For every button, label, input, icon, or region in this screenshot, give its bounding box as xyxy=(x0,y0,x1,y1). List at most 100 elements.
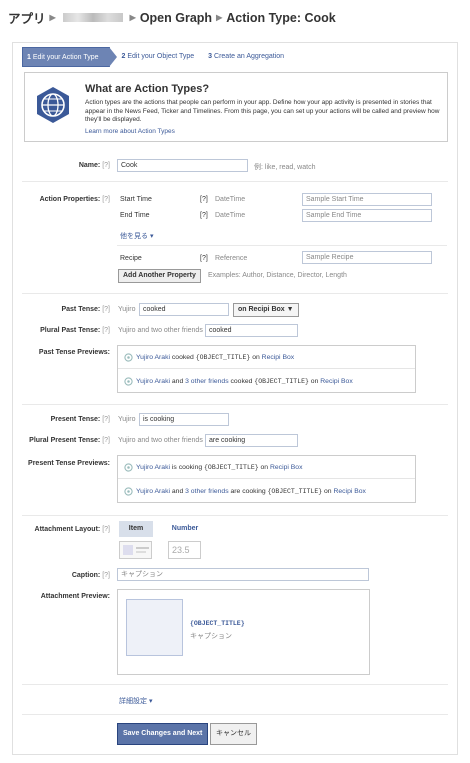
step-edit-action-type[interactable]: 1 Edit your Action Type xyxy=(22,47,116,67)
learn-more-link[interactable]: Learn more about Action Types xyxy=(85,128,175,135)
preview-on: on xyxy=(324,488,332,495)
help-icon[interactable]: [?] xyxy=(200,212,208,219)
preview-verb: cooked xyxy=(171,354,194,361)
step-number: 2 xyxy=(121,53,126,60)
preview-on: on xyxy=(260,464,269,471)
preview-on: on xyxy=(310,378,319,385)
preview-app-link[interactable]: Recipi Box xyxy=(320,378,353,385)
layout-tab-item[interactable]: Item xyxy=(119,521,153,537)
preview-others-link[interactable]: 3 other friends xyxy=(185,488,228,495)
sample-recipe-input[interactable]: Sample Recipe xyxy=(302,251,432,264)
past-tense-label-text: Past Tense: xyxy=(61,306,101,313)
attachment-preview-label: Attachment Preview: xyxy=(40,593,110,600)
chevron-right-icon: ▶ xyxy=(216,13,223,22)
help-icon[interactable]: [?] xyxy=(102,162,110,169)
preview-actor-link[interactable]: Yujiro Araki xyxy=(136,488,170,495)
advanced-settings-text: 詳細設定 xyxy=(119,698,147,705)
preview-others-link[interactable]: 3 other friends xyxy=(185,378,228,385)
property-name: Start Time xyxy=(120,196,152,203)
info-title: What are Action Types? xyxy=(85,83,210,95)
caret-down-icon: ▾ xyxy=(149,233,154,240)
caption-label-text: Caption: xyxy=(71,572,101,579)
preview-row-single: Yujiro Araki cooked {OBJECT_TITLE} on Re… xyxy=(118,346,415,369)
property-examples: Examples: Author, Distance, Director, Le… xyxy=(208,272,347,279)
save-changes-next-button[interactable]: Save Changes and Next xyxy=(117,723,209,745)
step-create-aggregation[interactable]: 3 Create an Aggregation xyxy=(204,47,294,67)
preview-caption: キャプション xyxy=(190,633,232,640)
cancel-button[interactable]: キャンセル xyxy=(210,723,257,745)
preview-app-link[interactable]: Recipi Box xyxy=(333,488,366,495)
preview-verb: are cooking xyxy=(230,488,266,495)
preview-row-plural: Yujiro Araki and 3 other friends cooked … xyxy=(118,370,415,393)
plural-present-tense-input[interactable]: are cooking xyxy=(205,434,298,447)
ticker-story-icon xyxy=(124,377,133,386)
divider xyxy=(22,684,448,685)
property-type: DateTime xyxy=(215,212,246,219)
divider xyxy=(22,181,448,182)
step-number: 3 xyxy=(208,53,213,60)
divider xyxy=(22,714,448,715)
plural-present-subject: Yujiro and two other friends xyxy=(118,437,203,444)
preview-on: on xyxy=(252,354,260,361)
ticker-story-icon xyxy=(124,487,133,496)
property-name: End Time xyxy=(120,212,150,219)
past-tense-previews-label: Past Tense Previews: xyxy=(38,349,110,356)
help-icon[interactable]: [?] xyxy=(102,196,110,203)
name-label: Name: [?] xyxy=(79,162,110,169)
layout-tab-number[interactable]: Number xyxy=(168,521,202,537)
step-edit-object-type[interactable]: 2 Edit your Object Type xyxy=(118,47,205,67)
preview-object: {OBJECT_TITLE} xyxy=(267,488,323,495)
name-hint: 例: like, read, watch xyxy=(254,164,316,171)
present-tense-previews-label: Present Tense Previews: xyxy=(28,460,110,467)
preview-app-link[interactable]: Recipi Box xyxy=(262,354,295,361)
chevron-right-icon: ▶ xyxy=(49,13,56,22)
preview-row-single: Yujiro Araki is cooking {OBJECT_TITLE} o… xyxy=(118,456,415,479)
help-icon[interactable]: [?] xyxy=(102,572,110,579)
preview-actor-link[interactable]: Yujiro Araki xyxy=(136,464,170,471)
item-layout-thumbnail-icon[interactable] xyxy=(119,541,152,559)
preview-actor-link[interactable]: Yujiro Araki xyxy=(136,378,170,385)
name-label-text: Name: xyxy=(78,162,101,169)
help-icon[interactable]: [?] xyxy=(102,416,110,423)
past-tense-label: Past Tense: [?] xyxy=(61,306,110,313)
wizard-steps: 1 Edit your Action Type 2 Edit your Obje… xyxy=(22,47,294,67)
info-box: What are Action Types? Action types are … xyxy=(24,72,448,142)
help-icon[interactable]: [?] xyxy=(102,437,110,444)
past-tense-object-dropdown[interactable]: on Recipi Box ▼ xyxy=(233,303,299,317)
blurred-app-name xyxy=(62,13,123,22)
step-label: Edit your Action Type xyxy=(32,54,99,61)
sample-start-time-input[interactable]: Sample Start Time xyxy=(302,193,432,206)
preview-image-placeholder xyxy=(126,599,183,656)
step-label: Create an Aggregation xyxy=(214,53,285,60)
preview-app-link[interactable]: Recipi Box xyxy=(270,464,303,471)
help-icon[interactable]: [?] xyxy=(102,526,110,533)
help-icon[interactable]: [?] xyxy=(200,255,208,262)
globe-graph-icon xyxy=(37,87,69,123)
breadcrumb-app[interactable]: アプリ xyxy=(8,8,46,27)
step-number: 1 xyxy=(27,54,31,61)
breadcrumb-open-graph[interactable]: Open Graph xyxy=(140,11,212,25)
page-title: Action Type: Cook xyxy=(226,10,336,25)
present-tense-input[interactable]: is cooking xyxy=(139,413,229,426)
help-icon[interactable]: [?] xyxy=(102,327,110,334)
divider xyxy=(22,404,448,405)
name-input[interactable]: Cook xyxy=(117,159,248,172)
present-tense-label: Present Tense: [?] xyxy=(51,416,110,423)
caption-input[interactable]: キャプション xyxy=(117,568,369,581)
sample-end-time-input[interactable]: Sample End Time xyxy=(302,209,432,222)
past-subject: Yujiro xyxy=(118,306,136,313)
preview-and: and xyxy=(171,378,184,385)
past-tense-input[interactable]: cooked xyxy=(139,303,229,316)
see-more-link[interactable]: 他を見る ▾ xyxy=(120,231,153,241)
add-another-property-button[interactable]: Add Another Property xyxy=(118,269,201,283)
chevron-right-icon: ▶ xyxy=(129,13,136,22)
help-icon[interactable]: [?] xyxy=(102,306,110,313)
advanced-settings-link[interactable]: 詳細設定 ▾ xyxy=(119,696,152,706)
preview-object: {OBJECT_TITLE} xyxy=(254,378,309,385)
attachment-layout-label: Attachment Layout: [?] xyxy=(35,526,110,533)
plural-past-tense-input[interactable]: cooked xyxy=(205,324,298,337)
preview-actor-link[interactable]: Yujiro Araki xyxy=(136,354,170,361)
plural-present-tense-label: Plural Present Tense: [?] xyxy=(29,437,110,444)
number-layout-thumbnail[interactable]: 23.5 xyxy=(168,541,201,559)
help-icon[interactable]: [?] xyxy=(200,196,208,203)
